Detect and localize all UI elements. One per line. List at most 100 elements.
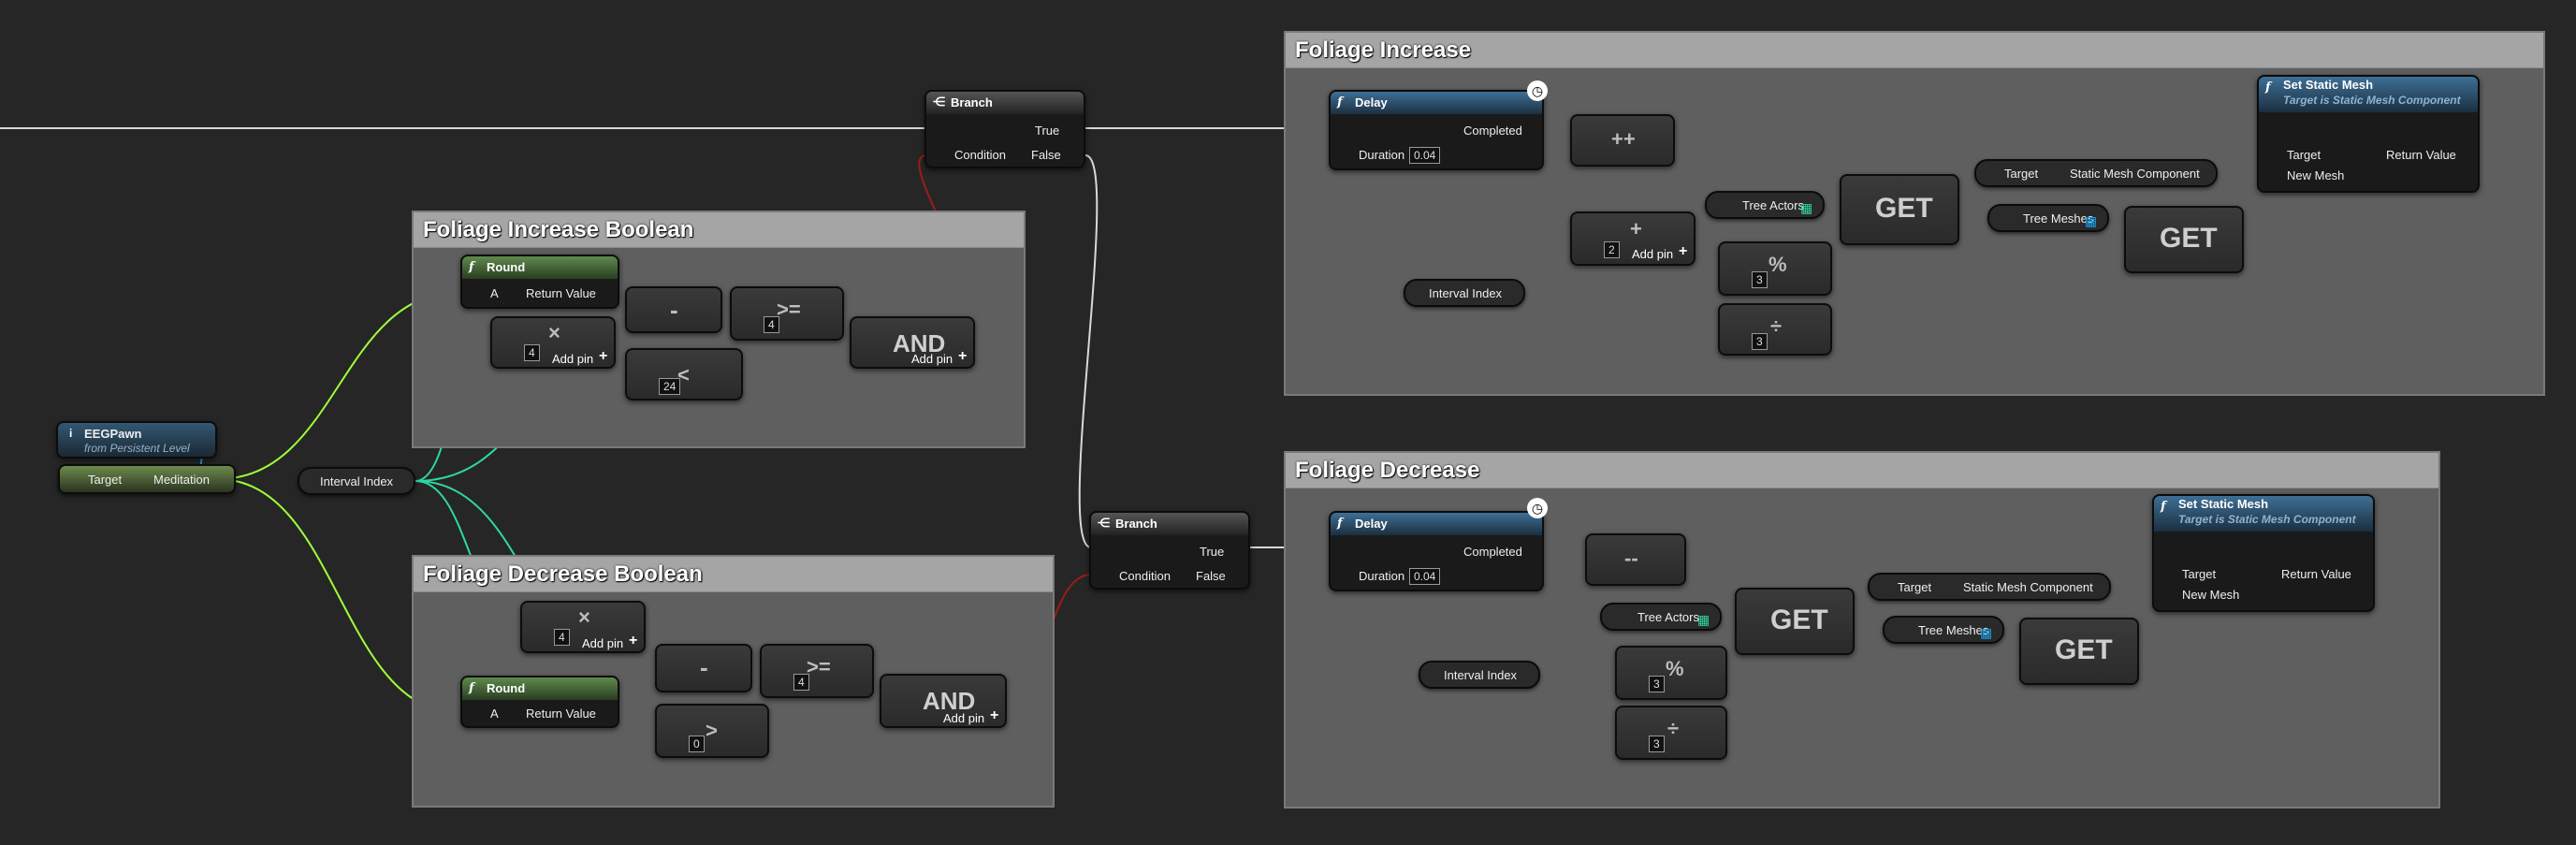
value-box[interactable]: 3 xyxy=(1752,333,1768,350)
value-box[interactable]: 3 xyxy=(1649,676,1665,692)
tree-meshes-getter[interactable]: Tree Meshes ▦ xyxy=(1987,204,2109,232)
add-pin-label[interactable]: Add pin xyxy=(943,711,984,725)
delay-title: Delay xyxy=(1355,517,1388,531)
get-symbol: GET xyxy=(2055,634,2113,665)
multiply-symbol: × xyxy=(548,321,560,344)
add-pin-icon[interactable]: + xyxy=(1679,243,1687,260)
interval-index-getter[interactable]: Interval Index xyxy=(1404,279,1525,307)
tree-actors-getter[interactable]: Tree Actors ▦ xyxy=(1705,191,1825,219)
get-mesh-node[interactable]: GET xyxy=(2124,206,2244,273)
static-mesh-component-getter[interactable]: Target Static Mesh Component xyxy=(1974,159,2218,187)
interval-index-getter[interactable]: Interval Index xyxy=(298,467,415,495)
value-box[interactable]: 2 xyxy=(1604,241,1620,258)
branch-node[interactable]: ⋲ Branch Condition True False xyxy=(1089,511,1250,590)
eegpawn-node[interactable]: EEGPawn from Persistent Level i xyxy=(56,421,217,459)
add-node[interactable]: + 2 Add pin + xyxy=(1570,211,1696,266)
multiply-node[interactable]: × 4 Add pin + xyxy=(520,601,646,653)
add-pin-label[interactable]: Add pin xyxy=(582,636,623,650)
get-actor-node[interactable]: GET xyxy=(1735,588,1855,655)
condition-label: Condition xyxy=(954,148,1006,162)
completed-label: Completed xyxy=(1463,124,1522,138)
value-box[interactable]: 0 xyxy=(689,736,705,752)
tree-actors-getter[interactable]: Tree Actors ▦ xyxy=(1600,603,1722,631)
interval-index-label: Interval Index xyxy=(320,474,394,488)
return-value-label: Return Value xyxy=(2386,148,2456,162)
round-title: Round xyxy=(487,260,526,274)
value-box[interactable]: 24 xyxy=(659,378,681,395)
greater-equal-node[interactable]: >= 4 xyxy=(730,286,844,341)
subtract-node[interactable]: - xyxy=(655,644,752,692)
eegpawn-title: EEGPawn xyxy=(84,427,142,441)
array-icon: ▦ xyxy=(2085,213,2098,228)
comment-title: Foliage Decrease xyxy=(1286,453,2438,488)
duration-value[interactable]: 0.04 xyxy=(1409,147,1441,164)
add-pin-icon[interactable]: + xyxy=(599,348,607,365)
round-node[interactable]: f Round A Return Value xyxy=(460,255,619,309)
tree-actors-label: Tree Actors xyxy=(1637,610,1699,624)
get-actor-node[interactable]: GET xyxy=(1840,174,1959,245)
wire xyxy=(1078,154,1099,548)
value-box[interactable]: 4 xyxy=(764,316,779,333)
add-pin-icon[interactable]: + xyxy=(958,348,967,365)
add-pin-label[interactable]: Add pin xyxy=(911,352,953,366)
tree-actors-label: Tree Actors xyxy=(1742,198,1804,212)
round-output-label: Return Value xyxy=(526,286,596,300)
greater-than-node[interactable]: > 0 xyxy=(655,704,769,758)
multiply-node[interactable]: × 4 Add pin + xyxy=(490,316,616,369)
divide-node[interactable]: ÷ 3 xyxy=(1615,706,1727,760)
meditation-node[interactable]: Target Meditation xyxy=(58,464,236,494)
set-static-mesh-subtitle: Target is Static Mesh Component xyxy=(2178,513,2356,526)
value-box[interactable]: 4 xyxy=(524,344,540,361)
and-node[interactable]: AND Add pin + xyxy=(880,674,1007,728)
gt-symbol: > xyxy=(706,719,718,742)
false-label: False xyxy=(1196,569,1226,583)
gte-symbol: >= xyxy=(807,655,831,678)
decrement-node[interactable]: -- xyxy=(1585,533,1686,586)
eegpawn-subtitle: from Persistent Level xyxy=(84,442,190,455)
value-box[interactable]: 3 xyxy=(1649,736,1665,752)
value-box[interactable]: 4 xyxy=(793,674,809,691)
modulo-node[interactable]: % 3 xyxy=(1615,646,1727,700)
set-static-mesh-node[interactable]: f Set Static Mesh Target is Static Mesh Co… xyxy=(2152,494,2375,612)
round-input-label: A xyxy=(490,707,499,721)
multiply-symbol: × xyxy=(578,605,590,629)
true-label: True xyxy=(1035,124,1060,138)
array-icon: ▦ xyxy=(1980,625,1993,640)
set-static-mesh-node[interactable]: f Set Static Mesh Target is Static Mesh Co… xyxy=(2257,75,2480,193)
add-pin-label[interactable]: Add pin xyxy=(552,352,593,366)
add-pin-icon[interactable]: + xyxy=(629,633,637,649)
target-label: Target xyxy=(2182,567,2217,581)
increment-node[interactable]: ++ xyxy=(1570,114,1675,167)
delay-node[interactable]: f Delay Completed Duration 0.04 xyxy=(1329,511,1544,591)
info-icon: i xyxy=(69,427,73,440)
minus-symbol: - xyxy=(670,296,678,324)
subtract-node[interactable]: - xyxy=(625,286,722,333)
value-box[interactable]: 4 xyxy=(554,629,570,646)
target-label: Target xyxy=(2287,148,2321,162)
add-pin-label[interactable]: Add pin xyxy=(1632,247,1673,261)
set-static-mesh-subtitle: Target is Static Mesh Component xyxy=(2283,94,2461,107)
modulo-node[interactable]: % 3 xyxy=(1718,241,1832,296)
branch-node[interactable]: ⋲ Branch Condition True False xyxy=(924,90,1085,168)
greater-equal-node[interactable]: >= 4 xyxy=(760,644,874,698)
less-than-node[interactable]: < 24 xyxy=(625,348,743,401)
increment-symbol: ++ xyxy=(1611,127,1636,151)
round-output-label: Return Value xyxy=(526,707,596,721)
and-node[interactable]: AND Add pin + xyxy=(850,316,975,369)
minus-symbol: - xyxy=(700,653,708,681)
static-mesh-component-getter[interactable]: Target Static Mesh Component xyxy=(1868,573,2111,601)
function-icon: f xyxy=(1337,517,1343,531)
interval-index-getter[interactable]: Interval Index xyxy=(1419,661,1540,689)
delay-node[interactable]: f Delay Completed Duration 0.04 xyxy=(1329,90,1544,170)
duration-label: Duration xyxy=(1359,148,1405,162)
divide-node[interactable]: ÷ 3 xyxy=(1718,303,1832,356)
decrement-symbol: -- xyxy=(1624,546,1638,570)
clock-icon: ◷ xyxy=(1527,498,1548,518)
divide-symbol: ÷ xyxy=(1667,717,1680,740)
round-node[interactable]: f Round A Return Value xyxy=(460,676,619,728)
add-pin-icon[interactable]: + xyxy=(990,707,998,724)
get-mesh-node[interactable]: GET xyxy=(2019,618,2139,685)
duration-value[interactable]: 0.04 xyxy=(1409,568,1441,585)
tree-meshes-getter[interactable]: Tree Meshes ▦ xyxy=(1883,616,2004,644)
value-box[interactable]: 3 xyxy=(1752,271,1768,288)
